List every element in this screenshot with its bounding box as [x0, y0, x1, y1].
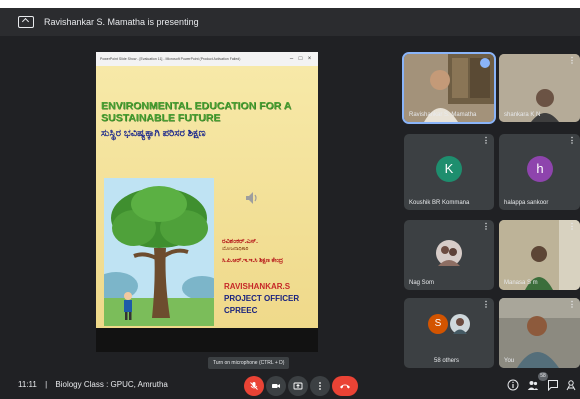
- presenter-role-kannada: ಯೋಜನಾಧಿಕಾರಿ: [222, 246, 249, 252]
- presenter-name: RAVISHANKAR.S: [224, 282, 291, 291]
- presenter-org: CPREEC: [224, 306, 258, 315]
- slide-title: ENVIRONMENTAL EDUCATION FOR A SUSTAINABL…: [101, 100, 291, 124]
- more-options-icon[interactable]: ⋮: [568, 222, 576, 231]
- presentation-stage[interactable]: PowerPoint Slide Show - [Evaluation 11] …: [96, 52, 318, 352]
- presenter-name-kannada: ರವಿಶಂಕರ್.ಎಸ್.: [222, 238, 258, 245]
- powerpoint-window-title: PowerPoint Slide Show - [Evaluation 11] …: [100, 57, 241, 61]
- avatar: S: [428, 314, 448, 334]
- present-screen-icon: [18, 16, 34, 28]
- presenter-role: PROJECT OFFICER: [224, 294, 300, 303]
- tree-illustration: [104, 178, 214, 326]
- maximize-button[interactable]: □: [296, 56, 305, 62]
- avatar: [450, 314, 470, 334]
- mic-toggle-button[interactable]: [244, 376, 264, 396]
- more-options-icon[interactable]: ⋮: [568, 300, 576, 309]
- participant-tile[interactable]: ⋮ shankara K N: [499, 54, 580, 122]
- mic-off-icon: [250, 382, 258, 390]
- more-options-icon: [319, 382, 321, 390]
- participant-count-badge: 58: [538, 372, 548, 381]
- more-options-icon[interactable]: ⋮: [482, 136, 490, 145]
- activities-icon: [566, 380, 576, 391]
- hang-up-icon: [340, 384, 350, 389]
- present-icon: [293, 382, 303, 390]
- meeting-info: 11:11 | Biology Class : GPUC, Amrutha: [18, 380, 168, 389]
- powerpoint-titlebar: PowerPoint Slide Show - [Evaluation 11] …: [96, 52, 318, 66]
- speaking-indicator-icon: [480, 58, 490, 68]
- avatar: K: [436, 156, 462, 182]
- participant-tile[interactable]: Ravishankar S. Mamatha: [402, 52, 496, 124]
- show-everyone-button[interactable]: [526, 378, 540, 392]
- present-now-button[interactable]: [288, 376, 308, 396]
- participant-name: shankara K N: [504, 112, 541, 118]
- chat-button[interactable]: [546, 378, 560, 392]
- camera-toggle-button[interactable]: [266, 376, 286, 396]
- participant-name: halappa sankoor: [504, 200, 549, 206]
- participant-tile[interactable]: K ⋮ Koushik BR Kommana: [404, 134, 494, 210]
- activities-button[interactable]: [564, 378, 578, 392]
- meeting-details-button[interactable]: [506, 378, 520, 392]
- participant-name: Nag Som: [409, 280, 435, 286]
- more-options-icon[interactable]: ⋮: [482, 222, 490, 231]
- leave-call-button[interactable]: [332, 376, 358, 396]
- participant-name: Ravishankar S. Mamatha: [409, 112, 477, 118]
- presenter-org-kannada: ಸಿ.ಪಿ.ಆರ್.ಇ.ಇ.ಸಿ ಶಿಕ್ಷಣ ಕೇಂದ್ರ: [222, 258, 284, 264]
- participant-tile[interactable]: h ⋮ halappa sankoor: [499, 134, 580, 210]
- more-options-button[interactable]: [310, 376, 330, 396]
- meeting-name: Biology Class : GPUC, Amrutha: [55, 380, 168, 389]
- participant-name: 58 others: [434, 358, 460, 364]
- more-options-icon[interactable]: ⋮: [568, 136, 576, 145]
- presenting-bar: Ravishankar S. Mamatha is presenting: [0, 8, 580, 36]
- more-options-icon[interactable]: ⋮: [482, 300, 490, 309]
- participant-tile[interactable]: ⋮ Manasa S m: [499, 220, 580, 290]
- chat-icon: [548, 380, 558, 391]
- mic-tooltip: Turn on microphone (CTRL + D): [208, 357, 290, 369]
- people-icon: [527, 381, 539, 390]
- participant-tile[interactable]: ⋮ Nag Som: [404, 220, 494, 290]
- slide: ENVIRONMENTAL EDUCATION FOR A SUSTAINABL…: [96, 66, 318, 328]
- participant-tile[interactable]: ⋮ You: [499, 298, 580, 368]
- meet-window: Ravishankar S. Mamatha is presenting Pow…: [0, 8, 580, 399]
- participant-tile[interactable]: S ⋮ 58 others: [404, 298, 494, 368]
- avatar: [436, 240, 462, 266]
- camera-icon: [272, 384, 280, 388]
- speaker-icon: [246, 192, 257, 204]
- info-icon: [507, 379, 519, 391]
- presenting-text: Ravishankar S. Mamatha is presenting: [44, 17, 199, 27]
- bottom-control-bar: 11:11 | Biology Class : GPUC, Amrutha: [0, 372, 580, 399]
- separator: |: [45, 380, 48, 389]
- more-options-icon[interactable]: ⋮: [568, 56, 576, 65]
- participant-name: Manasa S m: [504, 280, 538, 286]
- close-button[interactable]: ×: [305, 56, 314, 62]
- participant-name: Koushik BR Kommana: [409, 200, 470, 206]
- avatar: h: [527, 156, 553, 182]
- slide-title-kannada: ಸುಸ್ಥಿರ ಭವಿಷ್ಯಕ್ಕಾಗಿ ಪರಿಸರ ಶಿಕ್ಷಣ: [101, 128, 206, 139]
- minimize-button[interactable]: –: [287, 56, 296, 62]
- participant-name: You: [504, 358, 515, 364]
- meeting-time: 11:11: [18, 380, 37, 389]
